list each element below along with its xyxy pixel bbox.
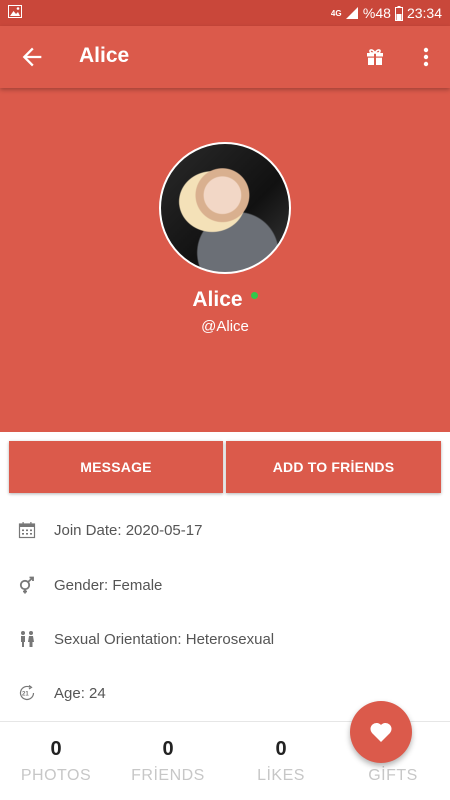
stat-likes[interactable]: 0 LİKES	[225, 722, 337, 785]
add-to-friends-button[interactable]: ADD TO FRİENDS	[226, 441, 441, 493]
network-type: 4G	[330, 8, 342, 18]
back-arrow-icon[interactable]	[18, 43, 46, 71]
heart-icon	[370, 722, 392, 742]
online-indicator	[250, 292, 258, 299]
more-vert-icon[interactable]	[414, 45, 438, 69]
battery-percent: %48	[362, 5, 391, 21]
page-title: Alice	[79, 44, 130, 67]
people-icon	[21, 631, 34, 647]
stat-photos[interactable]: 0 PHOTOS	[0, 722, 112, 785]
orientation-text: Sexual Orientation: Heterosexual	[54, 630, 275, 648]
gender-icon	[19, 576, 34, 594]
stat-label: GİFTS	[368, 767, 418, 784]
image-notification-icon	[8, 5, 22, 18]
battery-icon	[394, 5, 403, 21]
status-bar: 4G %48 23:34	[0, 0, 450, 26]
gender-text: Gender: Female	[54, 576, 163, 594]
stat-count: 0	[275, 738, 287, 760]
profile-name: Alice	[192, 288, 243, 311]
age-text: Age: 24	[54, 684, 106, 702]
app-bar: Alice	[0, 26, 450, 88]
info-row-join-date: Join Date: 2020-05-17	[0, 510, 450, 550]
stat-count: 0	[162, 738, 174, 760]
info-row-gender: Gender: Female	[0, 565, 450, 605]
calendar-icon	[18, 522, 36, 539]
signal-icon	[345, 6, 359, 20]
gift-icon[interactable]	[363, 45, 387, 69]
stat-friends[interactable]: 0 FRİENDS	[112, 722, 224, 785]
like-fab-button[interactable]	[350, 701, 412, 763]
profile-handle: @Alice	[201, 318, 249, 335]
age-21-icon: 21	[19, 685, 35, 701]
stat-label: LİKES	[257, 767, 305, 784]
stat-label: PHOTOS	[20, 767, 92, 784]
info-row-orientation: Sexual Orientation: Heterosexual	[0, 619, 450, 659]
profile-name-row: Alice	[0, 288, 450, 312]
clock: 23:34	[406, 5, 442, 21]
profile-header: Alice @Alice	[0, 88, 450, 432]
svg-text:21: 21	[22, 692, 29, 698]
avatar[interactable]	[159, 142, 291, 274]
stat-label: FRİENDS	[131, 767, 205, 784]
join-date-text: Join Date: 2020-05-17	[54, 521, 203, 539]
message-button[interactable]: MESSAGE	[9, 441, 223, 493]
stat-count: 0	[50, 738, 62, 760]
